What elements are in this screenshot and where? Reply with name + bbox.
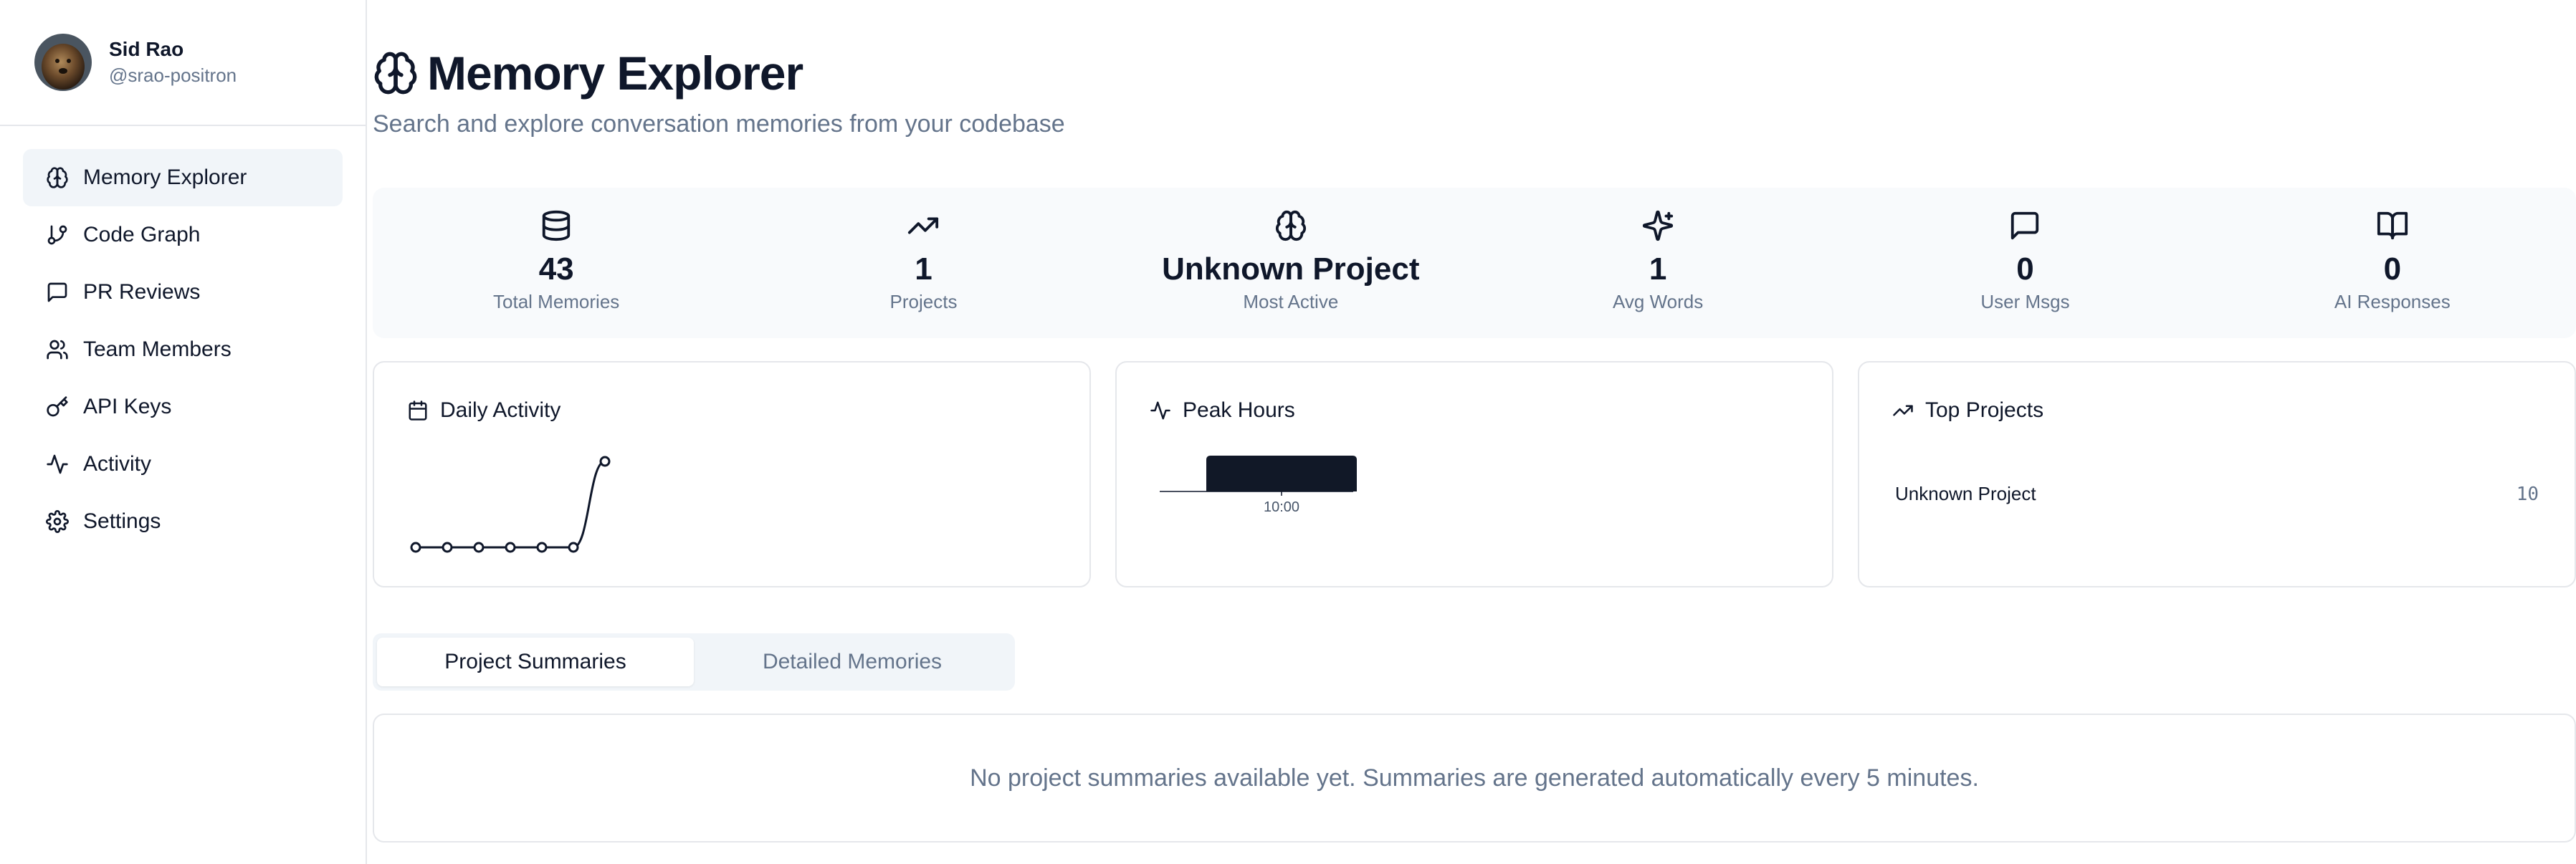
stat-label: Avg Words [1613,291,1704,312]
sidebar-item-team-members[interactable]: Team Members [23,321,343,378]
empty-state-message: No project summaries available yet. Summ… [970,764,1979,792]
sidebar-item-activity[interactable]: Activity [23,436,343,493]
brain-icon [374,52,417,95]
daily-activity-card: Daily Activity [373,361,1091,587]
activity-line [416,460,606,549]
sidebar-item-label: Code Graph [83,223,201,246]
trending-up-icon [908,217,939,234]
settings-icon [46,510,69,533]
trending-up-icon [1893,405,1913,416]
activity-icon [47,454,68,474]
stat-value: 1 [915,251,932,287]
main-content: Memory Explorer Search and explore conve… [373,0,2576,864]
page-header: Memory Explorer [373,46,803,100]
stat-total-memories: 43 Total Memories [373,188,740,338]
sidebar-item-memory-explorer[interactable]: Memory Explorer [23,149,343,206]
message-square-icon [2011,211,2039,240]
sidebar-item-label: Activity [83,452,152,476]
tab-project-summaries[interactable]: Project Summaries [377,638,694,686]
user-name: Sid Rao [109,38,184,60]
sidebar-item-label: Team Members [83,337,232,361]
message-square-icon [47,282,67,302]
sidebar-item-settings[interactable]: Settings [23,493,343,550]
sidebar-item-label: PR Reviews [83,280,201,304]
tab-detailed-memories[interactable]: Detailed Memories [694,638,1011,686]
sidebar-item-label: API Keys [83,395,172,418]
activity-point [410,542,421,553]
stat-label: Total Memories [493,291,620,312]
stat-user-msgs: 0 User Msgs [1841,188,2208,338]
sparkles-icon [1643,210,1674,241]
user-profile[interactable]: Sid Rao @srao-positron [0,0,366,126]
card-title: Peak Hours [1183,398,1295,422]
stat-avg-words: 1 Avg Words [1474,188,1841,338]
peak-bar [1206,456,1357,491]
avatar [34,34,92,91]
stat-value: 0 [2383,251,2402,287]
stat-most-active: Unknown Project Most Active [1107,188,1474,338]
card-title: Top Projects [1925,398,2044,422]
stat-value: Unknown Project [1162,251,1420,287]
sidebar-item-api-keys[interactable]: API Keys [23,378,343,436]
book-open-icon [2377,211,2408,240]
x-tick-label: 10:00 [1264,499,1299,515]
top-project-count: 10 [2516,483,2539,505]
stat-value: 43 [538,251,574,287]
stats-bar: 43 Total Memories 1 Projects Unknown Pro… [373,188,2576,338]
project-summaries-panel: No project summaries available yet. Summ… [373,714,2576,843]
stat-label: User Msgs [1980,291,2070,312]
sidebar: Sid Rao @srao-positron Memory Explorer C… [0,0,367,864]
stat-label: AI Responses [2334,291,2451,312]
activity-point [505,542,516,553]
insight-cards: Daily Activity Peak Hours 10:00 Top Proj… [373,361,2576,587]
peak-hours-chart: 10:00 [1160,456,1357,515]
card-title: Daily Activity [440,398,561,422]
tab-list: Project Summaries Detailed Memories [373,633,1015,691]
sidebar-item-label: Memory Explorer [83,165,247,189]
daily-activity-chart [410,456,611,553]
calendar-icon [409,400,427,421]
activity-point [473,542,485,553]
activity-point [536,542,548,553]
stat-value: 1 [1649,251,1667,287]
user-handle: @srao-positron [109,64,237,86]
sidebar-nav: Memory Explorer Code Graph PR Reviews Te… [0,126,366,573]
activity-icon [1150,401,1170,420]
stat-value: 0 [2016,251,2034,287]
database-icon [542,210,571,241]
stat-projects: 1 Projects [740,188,1107,338]
sidebar-item-label: Settings [83,509,161,533]
sidebar-item-pr-reviews[interactable]: PR Reviews [23,264,343,321]
activity-point [568,542,579,553]
top-project-row[interactable]: Unknown Project 10 [1895,483,2539,505]
git-branch-icon [47,225,67,245]
users-icon [47,340,68,360]
activity-point [599,456,611,467]
top-projects-card: Top Projects Unknown Project 10 [1858,361,2576,587]
brain-icon [47,167,68,188]
activity-point [442,542,453,553]
page-title: Memory Explorer [427,47,803,100]
top-project-name: Unknown Project [1895,483,2036,504]
page-subtitle: Search and explore conversation memories… [373,110,1065,138]
stat-label: Most Active [1243,291,1339,312]
sidebar-item-code-graph[interactable]: Code Graph [23,206,343,264]
stat-ai-responses: 0 AI Responses [2209,188,2576,338]
key-icon [47,396,68,417]
brain-icon [1275,210,1306,241]
peak-hours-card: Peak Hours 10:00 [1115,361,1833,587]
stat-label: Projects [889,291,958,312]
